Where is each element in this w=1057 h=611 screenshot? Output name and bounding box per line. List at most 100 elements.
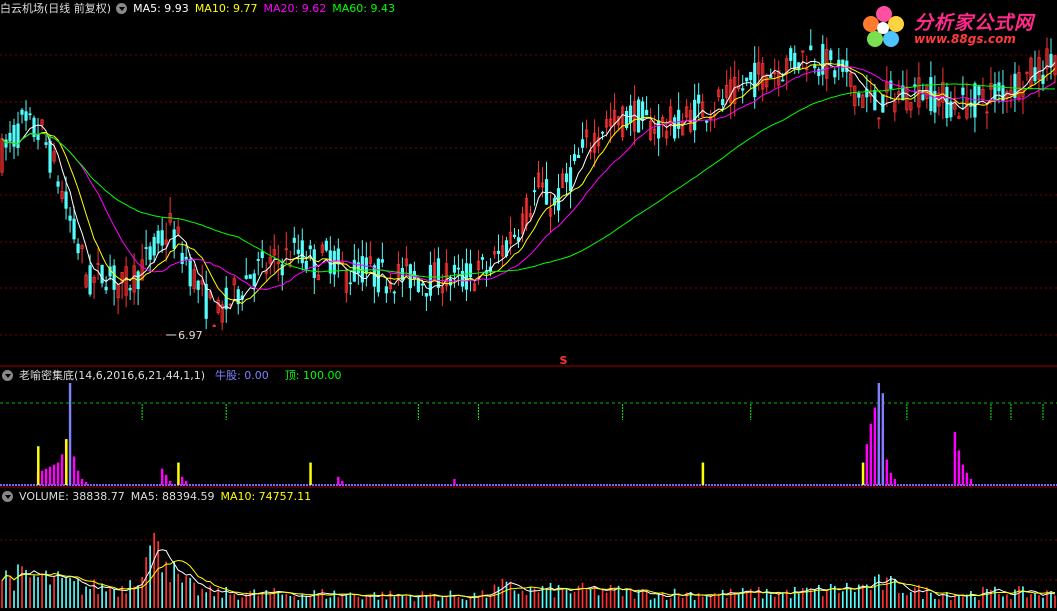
indicator-yellow-bar (37, 446, 40, 485)
indicator-yellow-bar (861, 462, 865, 485)
price-candle (921, 94, 925, 101)
price-candle (933, 91, 937, 113)
price-candle (873, 90, 877, 111)
price-candle (8, 132, 12, 142)
niugu-value: 牛股: 0.00 (215, 369, 269, 382)
price-candle (468, 263, 473, 278)
indicator-header: 老喻密集底(14,6,2016,6,21,44,1,1) 牛股: 0.00 顶:… (0, 367, 347, 383)
indicator-yellow-bar (177, 462, 180, 485)
price-candle (152, 237, 156, 256)
price-candle (380, 259, 384, 263)
stock-title: 白云机场(日线 前复权) (0, 2, 112, 15)
logo-url: www.88gs.com (914, 32, 1016, 46)
logo: 分析家公式网 www.88gs.com (856, 2, 1056, 52)
price-candle (677, 109, 681, 129)
indicator-pink-bar (40, 470, 44, 485)
price-candle (789, 48, 793, 61)
price-candle (657, 120, 661, 139)
price-candle (977, 86, 981, 96)
price-candle (28, 113, 32, 116)
indicator-pink-bar (52, 464, 56, 485)
price-candle (576, 154, 581, 158)
indicator-pink-bar (893, 478, 897, 485)
volume-ma5-value: MA5: 88394.59 (130, 489, 215, 503)
indicator-pink-bar (160, 468, 164, 485)
indicator-pink-bar (72, 456, 76, 485)
indicator-pink-bar (953, 431, 957, 485)
price-candle (705, 120, 709, 123)
collapse-arrow-icon[interactable] (2, 490, 13, 502)
price-candle (645, 109, 649, 116)
main-chart-header: 白云机场(日线 前复权) MA5: 9.93 MA10: 9.77 MA20: … (0, 0, 401, 16)
price-candle (637, 99, 641, 133)
price-candle (20, 109, 24, 115)
collapse-arrow-icon[interactable] (2, 369, 13, 381)
price-candle (172, 229, 176, 249)
price-candle (496, 250, 501, 254)
collapse-arrow-icon[interactable] (116, 2, 128, 14)
volume-ma10-value: MA10: 74757.11 (220, 489, 312, 503)
indicator-pink-bar (965, 472, 969, 485)
volume-ma5-line (1, 549, 1056, 599)
price-candle (452, 264, 457, 273)
price-candle (600, 131, 605, 134)
price-candle (188, 259, 192, 287)
price-candle (833, 70, 837, 78)
price-candle (721, 99, 725, 106)
price-candle (384, 286, 388, 294)
indicator-pink-bar (889, 472, 893, 485)
price-candle (68, 215, 72, 221)
price-candle (741, 88, 745, 91)
price-candle (48, 140, 52, 173)
price-candle (24, 111, 28, 121)
price-candle (781, 79, 785, 82)
price-candle (300, 240, 304, 264)
flower-logo-icon (863, 6, 904, 47)
indicator-pink-bar (865, 444, 869, 485)
price-candle (128, 287, 132, 291)
price-candle (881, 94, 885, 113)
price-candle (252, 273, 256, 286)
price-candle (961, 87, 965, 96)
price-candle (248, 274, 252, 279)
ma5-value: MA5: 9.93 (133, 1, 189, 15)
price-candle (244, 275, 248, 279)
price-candle (745, 77, 749, 82)
price-candle (196, 280, 200, 290)
price-candle (544, 179, 549, 205)
price-candle (749, 72, 753, 81)
price-candle (693, 99, 697, 131)
indicator-pink-bar (76, 470, 80, 485)
price-candle (156, 230, 160, 244)
indicator-yellow-bar (701, 462, 705, 485)
ma60-line (1, 83, 1056, 278)
price-candle (184, 256, 188, 260)
price-candle (348, 282, 352, 285)
price-candle (296, 249, 300, 254)
price-candle (308, 245, 312, 250)
sell-signal-marker: S (560, 354, 568, 367)
price-candle (793, 52, 797, 69)
price-candle (829, 50, 833, 61)
price-candle (392, 291, 396, 294)
indicator-pink-bar (180, 476, 184, 485)
price-candle (4, 139, 8, 148)
price-candle (280, 264, 284, 276)
price-candle (292, 237, 296, 243)
ma20-line (1, 66, 1056, 291)
price-candle (753, 62, 757, 98)
price-candle (572, 154, 577, 162)
price-candle (420, 283, 425, 286)
price-candle (76, 243, 80, 254)
price-candle (512, 234, 517, 238)
price-candle (36, 134, 40, 140)
indicator-pink-bar (168, 480, 172, 485)
price-candle (448, 278, 453, 286)
indicator-pink-bar (453, 478, 456, 485)
volume-header: VOLUME: 38838.77 MA5: 88394.59 MA10: 747… (0, 488, 317, 504)
price-candle (144, 247, 148, 249)
price-candle (72, 218, 76, 240)
indicator-blue-bar (881, 393, 885, 485)
ding-value: 顶: 100.00 (284, 369, 342, 382)
ma20-value: MA20: 9.62 (263, 1, 327, 15)
